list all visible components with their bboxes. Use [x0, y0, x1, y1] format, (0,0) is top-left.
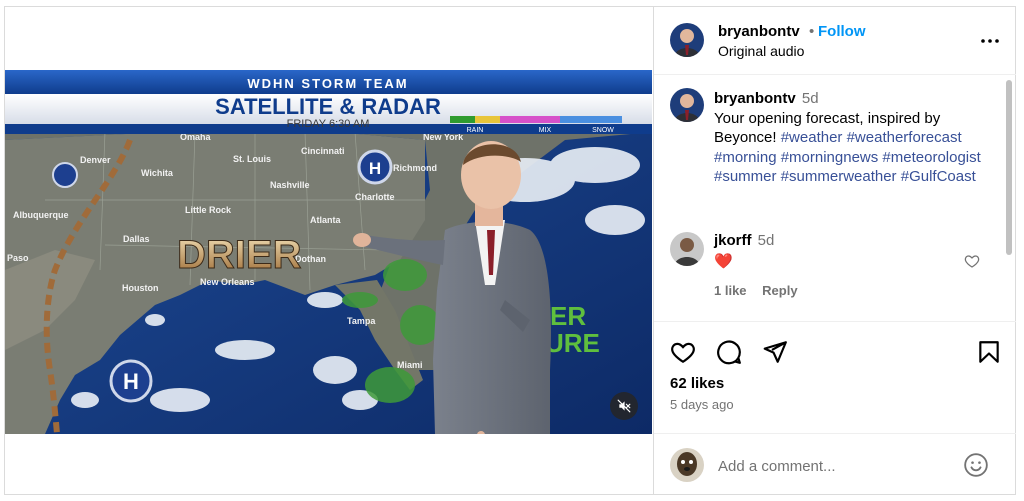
comment-input[interactable] [718, 456, 958, 476]
svg-text:Denver: Denver [80, 155, 111, 165]
svg-text:Little Rock: Little Rock [185, 205, 232, 215]
post-dialog: H H Omaha Denver Wichita St. Louis Cinci… [4, 6, 1016, 495]
svg-text:Tampa: Tampa [347, 316, 376, 326]
post-timestamp[interactable]: 5 days ago [670, 397, 734, 412]
temperature-label: ER [550, 301, 586, 331]
mute-button[interactable] [610, 392, 638, 420]
svg-text:Charlotte: Charlotte [355, 192, 395, 202]
comment-header: jkorff 5d [714, 232, 774, 249]
caption-username[interactable]: bryanbontv [714, 90, 796, 107]
comment-text: ❤️ [714, 253, 733, 270]
comments-section: bryanbontv 5d Your opening forecast, ins… [654, 76, 1016, 322]
reply-button[interactable]: Reply [762, 283, 797, 298]
comments-scrollbar[interactable] [1006, 80, 1012, 255]
high-pressure-marker-small: H [357, 149, 393, 185]
svg-text:Houston: Houston [122, 283, 159, 293]
author-avatar[interactable] [670, 23, 704, 57]
segment-title: SATELLITE & RADAR [215, 94, 441, 119]
post-header: bryanbontv • Follow Original audio [654, 7, 1016, 75]
svg-text:H: H [369, 159, 381, 178]
svg-text:RAIN: RAIN [467, 127, 484, 134]
svg-text:SNOW: SNOW [592, 127, 614, 134]
svg-text:Richmond: Richmond [393, 163, 437, 173]
caption-text: bryanbontv 5d Your opening forecast, ins… [714, 89, 994, 187]
speaker-muted-icon [617, 399, 631, 413]
comment-bubble-icon[interactable] [716, 339, 742, 365]
post-media: H H Omaha Denver Wichita St. Louis Cinci… [5, 7, 652, 494]
commenter-avatar[interactable] [670, 232, 704, 266]
weather-video[interactable]: H H Omaha Denver Wichita St. Louis Cinci… [5, 70, 652, 434]
broadcast-time: FRIDAY 6:30 AM [287, 118, 370, 130]
svg-text:New Orleans: New Orleans [200, 277, 255, 287]
comment-age[interactable]: 5d [758, 232, 775, 249]
separator-dot: • [809, 23, 815, 40]
svg-text:Albuquerque: Albuquerque [13, 210, 69, 220]
svg-text:Dallas: Dallas [123, 234, 150, 244]
follow-button[interactable]: Follow [818, 23, 866, 40]
station-name: WDHN STORM TEAM [247, 76, 408, 91]
comment-like-icon[interactable] [964, 253, 980, 269]
paper-plane-icon[interactable] [762, 339, 788, 365]
low-pressure-marker [52, 162, 78, 188]
author-username[interactable]: bryanbontv [718, 23, 800, 40]
post-details-panel: bryanbontv • Follow Original audio bryan… [653, 7, 1016, 494]
svg-text:Wichita: Wichita [141, 168, 174, 178]
more-horizontal-icon[interactable] [978, 29, 1002, 53]
heart-outline-icon[interactable] [670, 339, 696, 365]
emoji-smiley-icon[interactable] [963, 452, 989, 478]
drier-label: DRIER [177, 233, 302, 277]
original-audio-link[interactable]: Original audio [718, 43, 804, 59]
add-comment-bar [654, 433, 1016, 494]
caption-avatar[interactable] [670, 88, 704, 122]
caption-age[interactable]: 5d [802, 90, 819, 107]
likes-count[interactable]: 62 likes [670, 375, 724, 392]
svg-text:St. Louis: St. Louis [233, 154, 271, 164]
svg-text:H: H [123, 369, 139, 394]
post-actions: 62 likes 5 days ago [654, 323, 1016, 433]
svg-text:Cincinnati: Cincinnati [301, 146, 345, 156]
bookmark-icon[interactable] [976, 339, 1002, 365]
svg-text:Nashville: Nashville [270, 180, 310, 190]
svg-text:MIX: MIX [539, 127, 552, 134]
svg-text:Atlanta: Atlanta [310, 215, 341, 225]
broadcast-banner: WDHN STORM TEAM SATELLITE & RADAR FRIDAY… [5, 70, 652, 134]
comment-likes-count[interactable]: 1 like [714, 283, 747, 298]
temperature-label-2: URE [545, 328, 600, 358]
svg-text:Miami: Miami [397, 360, 423, 370]
high-pressure-marker: H [109, 359, 153, 403]
svg-text:Paso: Paso [7, 253, 29, 263]
commenter-username[interactable]: jkorff [714, 232, 752, 249]
viewer-avatar [670, 448, 704, 482]
comment-meta: 1 like Reply [714, 283, 810, 298]
